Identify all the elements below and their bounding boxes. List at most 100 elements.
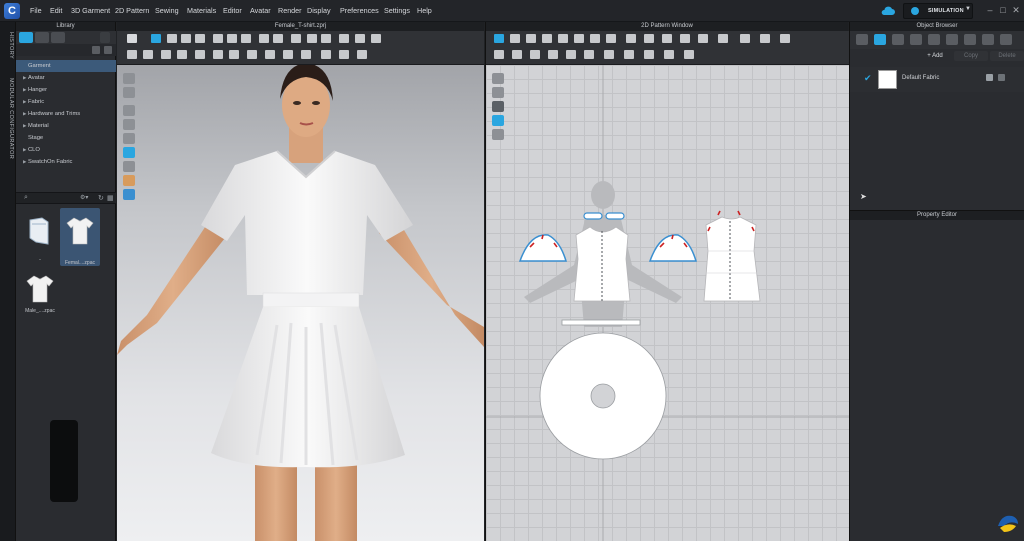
view-tool-active-icon[interactable]: [123, 147, 135, 158]
tool-icon[interactable]: [684, 50, 694, 59]
tool-icon[interactable]: [542, 34, 552, 43]
pattern-view-tool-icon[interactable]: [492, 87, 504, 98]
expand-arrow-icon[interactable]: ▶: [23, 108, 26, 120]
tool-icon[interactable]: [680, 34, 690, 43]
tool-icon[interactable]: [177, 50, 187, 59]
tool-icon[interactable]: [273, 34, 283, 43]
tool-icon[interactable]: [127, 50, 137, 59]
pattern-view-tool-icon[interactable]: [492, 129, 504, 140]
library-star-icon[interactable]: [19, 32, 33, 43]
add-fabric-button[interactable]: + Add: [918, 51, 952, 61]
menu-3d-garment[interactable]: 3D Garment: [71, 0, 110, 22]
fabric-tab-icon[interactable]: [874, 34, 886, 45]
tab-history[interactable]: HISTORY: [2, 32, 14, 59]
buttonhole-tab-icon[interactable]: [910, 34, 922, 45]
tool-icon[interactable]: [265, 50, 275, 59]
topstitch-tab-icon[interactable]: [928, 34, 940, 45]
menu-avatar[interactable]: Avatar: [250, 0, 271, 22]
tool-icon[interactable]: [371, 34, 381, 43]
menu-display[interactable]: Display: [307, 0, 331, 22]
select-pattern-icon[interactable]: [494, 34, 504, 43]
tool-icon[interactable]: [321, 50, 331, 59]
menu-edit[interactable]: Edit: [50, 0, 62, 22]
view-mode-icon[interactable]: ▦: [107, 194, 114, 202]
trim-tab-icon[interactable]: [1000, 34, 1012, 45]
delete-fabric-button[interactable]: Delete: [990, 51, 1024, 61]
tab-modular-configurator[interactable]: MODULAR CONFIGURATOR: [2, 78, 14, 159]
expand-arrow-icon[interactable]: ▶: [23, 156, 26, 168]
tool-icon[interactable]: [494, 50, 504, 59]
tool-icon[interactable]: [590, 34, 600, 43]
tree-item-swatchon-fabric[interactable]: ▶ SwatchOn Fabric: [16, 156, 116, 168]
tool-icon[interactable]: [604, 50, 614, 59]
library-more-icon[interactable]: [100, 32, 110, 43]
tool-icon[interactable]: [195, 34, 205, 43]
tool-icon[interactable]: [259, 34, 269, 43]
view-tool-icon[interactable]: [123, 189, 135, 200]
pattern-view-tool-icon[interactable]: [492, 73, 504, 84]
pattern-view-tool-icon[interactable]: [492, 101, 504, 112]
menu-settings[interactable]: Settings: [384, 0, 410, 22]
search-icon[interactable]: ⌕: [24, 194, 28, 202]
tool-icon[interactable]: [548, 50, 558, 59]
library-thumb-male-zpac[interactable]: Male_....zpac: [20, 272, 60, 328]
tool-icon[interactable]: [558, 34, 568, 43]
library-thumb-folder-up[interactable]: ..: [20, 210, 60, 266]
transform-icon[interactable]: [151, 34, 161, 43]
puckering-tab-icon[interactable]: [946, 34, 958, 45]
view-tool-icon[interactable]: [123, 161, 135, 172]
tool-icon[interactable]: [195, 50, 205, 59]
tool-icon[interactable]: [167, 34, 177, 43]
avatar-tool-icon[interactable]: [123, 175, 135, 186]
tool-icon[interactable]: [301, 50, 311, 59]
tool-icon[interactable]: [143, 50, 153, 59]
fabric-swatch[interactable]: [878, 70, 897, 89]
tool-icon[interactable]: [740, 34, 750, 43]
tool-icon[interactable]: [227, 34, 237, 43]
tool-icon[interactable]: [760, 34, 770, 43]
library-thumb-female-zpac[interactable]: Femal....zpac: [60, 208, 100, 266]
zipper-tab-icon[interactable]: [964, 34, 976, 45]
menu-help[interactable]: Help: [417, 0, 432, 22]
tool-icon[interactable]: [644, 50, 654, 59]
tool-icon[interactable]: [283, 50, 293, 59]
tool-icon[interactable]: [291, 34, 301, 43]
tool-icon[interactable]: [512, 50, 522, 59]
pattern-view-tool-active-icon[interactable]: [492, 115, 504, 126]
cloud-sync-icon[interactable]: [880, 4, 896, 18]
tree-item-fabric[interactable]: ▶ Fabric: [16, 96, 116, 108]
library-search-bar[interactable]: ⌕ ⚙▾ ↻ ▦: [16, 192, 116, 204]
search-options-icon[interactable]: ⚙▾: [80, 194, 88, 201]
chevron-down-icon[interactable]: ▼: [965, 6, 971, 12]
fabric-settings-icon[interactable]: [986, 74, 993, 81]
pattern-canvas[interactable]: [486, 65, 849, 541]
view-tool-icon[interactable]: [123, 73, 135, 84]
tool-icon[interactable]: [241, 34, 251, 43]
tool-icon[interactable]: [606, 34, 616, 43]
tool-icon[interactable]: [644, 34, 654, 43]
expand-arrow-icon[interactable]: ▶: [23, 96, 26, 108]
refresh-icon[interactable]: ↻: [98, 194, 104, 202]
tree-item-hardware-trims[interactable]: ▶ Hardware and Trims: [16, 108, 116, 120]
menu-file[interactable]: File: [30, 0, 42, 22]
view-tool-icon[interactable]: [123, 87, 135, 98]
expand-arrow-icon[interactable]: ▶: [23, 72, 26, 84]
library-link-icon[interactable]: [51, 32, 65, 43]
menu-render[interactable]: Render: [278, 0, 302, 22]
menu-2d-pattern[interactable]: 2D Pattern: [115, 0, 149, 22]
tool-icon[interactable]: [321, 34, 331, 43]
tool-icon[interactable]: [626, 34, 636, 43]
library-settings-icon[interactable]: [104, 46, 112, 54]
tree-item-hanger[interactable]: ▶ Hanger: [16, 84, 116, 96]
fabric-list-item[interactable]: ✔ Default Fabric: [850, 67, 1024, 92]
checkmark-icon[interactable]: ✔: [864, 73, 872, 84]
tool-icon[interactable]: [355, 34, 365, 43]
tool-icon[interactable]: [530, 50, 540, 59]
maximize-icon[interactable]: □: [998, 5, 1008, 15]
tree-item-avatar[interactable]: ▶ Avatar: [16, 72, 116, 84]
view-tool-icon[interactable]: [123, 105, 135, 116]
tool-icon[interactable]: [718, 34, 728, 43]
tool-icon[interactable]: [213, 50, 223, 59]
expand-arrow-icon[interactable]: ▶: [23, 144, 26, 156]
clo-app-logo-icon[interactable]: C: [4, 3, 20, 19]
